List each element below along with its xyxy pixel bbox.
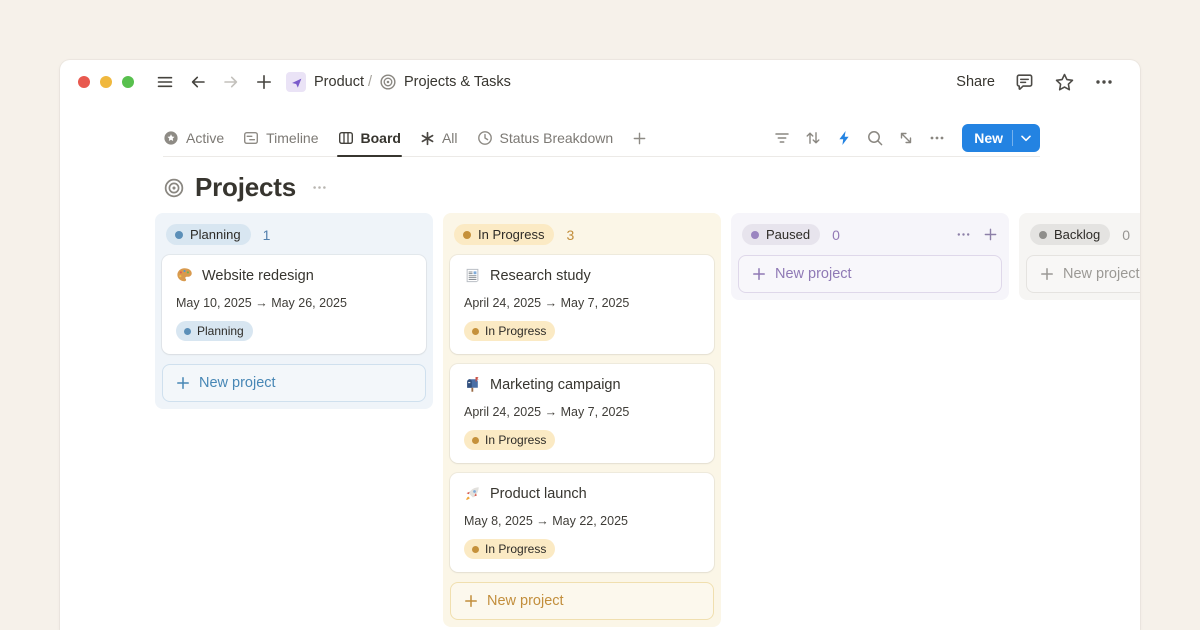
titlebar: Product / Projects & Tasks Share bbox=[60, 60, 1140, 104]
card-date-range: May 10, 2025 → May 26, 2025 bbox=[176, 296, 412, 310]
project-card-research-study[interactable]: Research study April 24, 2025 → May 7, 2… bbox=[450, 255, 714, 354]
asterisk-icon bbox=[420, 131, 435, 146]
breadcrumb-page-title: Projects & Tasks bbox=[404, 74, 511, 90]
zoom-window-button[interactable] bbox=[122, 76, 134, 88]
app-window: Product / Projects & Tasks Share A bbox=[60, 60, 1140, 630]
timeline-icon bbox=[243, 130, 259, 146]
status-dot bbox=[463, 231, 471, 239]
rocket-icon bbox=[464, 485, 481, 502]
column-count: 0 bbox=[832, 227, 840, 243]
hamburger-icon[interactable] bbox=[156, 73, 174, 91]
sort-icon[interactable] bbox=[800, 125, 826, 151]
page-title[interactable]: Projects bbox=[195, 172, 296, 203]
close-window-button[interactable] bbox=[78, 76, 90, 88]
status-pill-paused[interactable]: Paused bbox=[742, 224, 820, 245]
board-column-paused: Paused 0 New project bbox=[731, 213, 1009, 300]
card-status-badge: In Progress bbox=[464, 321, 555, 341]
comment-icon[interactable] bbox=[1014, 72, 1035, 93]
tab-timeline[interactable]: Timeline bbox=[243, 120, 318, 156]
workspace-arrow-icon[interactable] bbox=[286, 72, 306, 92]
newspaper-icon bbox=[464, 267, 481, 284]
plus-icon bbox=[752, 267, 766, 281]
filter-icon[interactable] bbox=[769, 125, 795, 151]
card-status-badge: Planning bbox=[176, 321, 253, 341]
mailbox-icon bbox=[464, 376, 481, 393]
target-icon bbox=[163, 177, 185, 199]
tab-all[interactable]: All bbox=[420, 120, 458, 156]
back-arrow-icon[interactable] bbox=[189, 73, 207, 91]
column-count: 1 bbox=[263, 227, 271, 243]
traffic-lights bbox=[78, 76, 134, 88]
project-card-website-redesign[interactable]: Website redesign May 10, 2025 → May 26, … bbox=[162, 255, 426, 354]
forward-arrow-icon[interactable] bbox=[222, 73, 240, 91]
breadcrumb: Product / Projects & Tasks bbox=[286, 72, 511, 92]
share-button[interactable]: Share bbox=[956, 74, 995, 90]
plus-icon bbox=[632, 131, 647, 146]
view-more-icon[interactable] bbox=[924, 125, 950, 151]
plus-icon bbox=[1040, 267, 1054, 281]
add-view-button[interactable] bbox=[632, 120, 647, 156]
project-card-product-launch[interactable]: Product launch May 8, 2025 → May 22, 202… bbox=[450, 473, 714, 572]
search-icon[interactable] bbox=[862, 125, 888, 151]
card-date-range: April 24, 2025 → May 7, 2025 bbox=[464, 405, 700, 419]
breadcrumb-separator: / bbox=[368, 74, 372, 90]
new-project-button[interactable]: New project bbox=[450, 582, 714, 620]
kanban-board: Planning 1 Website redesign May 10, 2025… bbox=[155, 213, 1140, 627]
column-more-icon[interactable] bbox=[956, 227, 971, 242]
card-status-badge: In Progress bbox=[464, 539, 555, 559]
card-status-badge: In Progress bbox=[464, 430, 555, 450]
tab-status-breakdown[interactable]: Status Breakdown bbox=[477, 120, 614, 156]
star-circle-icon bbox=[163, 130, 179, 146]
status-pill-planning[interactable]: Planning bbox=[166, 224, 251, 245]
minimize-window-button[interactable] bbox=[100, 76, 112, 88]
new-project-button[interactable]: New project bbox=[162, 364, 426, 402]
board-column-planning: Planning 1 Website redesign May 10, 2025… bbox=[155, 213, 433, 409]
project-card-marketing-campaign[interactable]: Marketing campaign April 24, 2025 → May … bbox=[450, 364, 714, 463]
tab-board[interactable]: Board bbox=[338, 120, 401, 156]
status-pill-in-progress[interactable]: In Progress bbox=[454, 224, 554, 245]
card-date-range: April 24, 2025 → May 7, 2025 bbox=[464, 296, 700, 310]
favorite-star-icon[interactable] bbox=[1054, 72, 1075, 93]
more-options-icon[interactable] bbox=[1094, 72, 1114, 92]
breadcrumb-workspace[interactable]: Product bbox=[314, 74, 364, 90]
column-count: 0 bbox=[1122, 227, 1130, 243]
chevron-down-icon[interactable] bbox=[1013, 135, 1040, 142]
column-count: 3 bbox=[566, 227, 574, 243]
card-date-range: May 8, 2025 → May 22, 2025 bbox=[464, 514, 700, 528]
title-more-icon[interactable] bbox=[311, 179, 328, 196]
new-project-button[interactable]: New project bbox=[1026, 255, 1140, 293]
column-add-icon[interactable] bbox=[983, 227, 998, 242]
status-dot bbox=[751, 231, 759, 239]
board-column-backlog: Backlog 0 New project bbox=[1019, 213, 1140, 300]
new-page-plus-icon[interactable] bbox=[255, 73, 273, 91]
clock-icon bbox=[477, 130, 493, 146]
plus-icon bbox=[176, 376, 190, 390]
status-dot bbox=[175, 231, 183, 239]
tab-active[interactable]: Active bbox=[163, 120, 224, 156]
lightning-icon[interactable] bbox=[831, 125, 857, 151]
new-project-button[interactable]: New project bbox=[738, 255, 1002, 293]
plus-icon bbox=[464, 594, 478, 608]
board-column-in-progress: In Progress 3 Research study April 24, 2… bbox=[443, 213, 721, 627]
target-icon bbox=[379, 73, 397, 91]
palette-icon bbox=[176, 267, 193, 284]
status-pill-backlog[interactable]: Backlog bbox=[1030, 224, 1110, 245]
board-icon bbox=[338, 130, 354, 146]
status-dot bbox=[1039, 231, 1047, 239]
view-tab-bar: Active Timeline Board All Status Breakdo… bbox=[163, 120, 1040, 157]
breadcrumb-page[interactable]: Projects & Tasks bbox=[379, 73, 511, 91]
new-button[interactable]: New bbox=[962, 124, 1040, 152]
expand-icon[interactable] bbox=[893, 125, 919, 151]
